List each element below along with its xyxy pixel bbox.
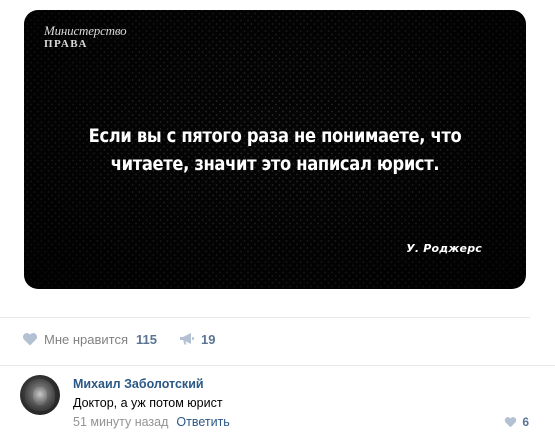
comment-like-button[interactable]: 6	[504, 415, 529, 429]
post-image[interactable]: Министерство ПРАВА Если вы с пятого раза…	[24, 10, 526, 289]
like-label: Мне нравится	[44, 331, 129, 347]
like-count: 115	[136, 331, 157, 347]
heart-icon	[23, 333, 37, 346]
comment-like-count: 6	[522, 415, 529, 429]
share-button[interactable]: 19	[179, 332, 215, 347]
divider	[0, 365, 555, 366]
comment-time[interactable]: 51 минуту назад	[73, 415, 168, 429]
comment-meta: 51 минуту назад Ответить	[73, 415, 230, 429]
reply-button[interactable]: Ответить	[176, 415, 229, 429]
quote-line-1: Если вы с пятого раза не понимаете, что	[88, 125, 462, 147]
heart-icon	[505, 417, 517, 428]
quote-text: Если вы с пятого раза не понимаете, что …	[68, 122, 483, 178]
comment-author-link[interactable]: Михаил Заболотский	[73, 377, 204, 391]
wall-post: Министерство ПРАВА Если вы с пятого раза…	[0, 0, 555, 448]
share-count: 19	[201, 331, 216, 347]
logo-line-2: ПРАВА	[44, 38, 88, 50]
post-actions: Мне нравится 115 19	[22, 329, 215, 349]
quote-author: У. Роджерс	[406, 242, 482, 255]
divider	[0, 317, 530, 318]
megaphone-icon	[180, 333, 194, 345]
logo-line-1: Министерство	[44, 23, 127, 38]
quote-line-2: читаете, значит это написал юрист.	[110, 153, 440, 175]
avatar[interactable]	[20, 375, 60, 415]
like-button[interactable]: Мне нравится 115	[22, 332, 157, 347]
image-logo: Министерство ПРАВА	[44, 23, 127, 50]
comment-text: Доктор, а уж потом юрист	[73, 396, 223, 410]
